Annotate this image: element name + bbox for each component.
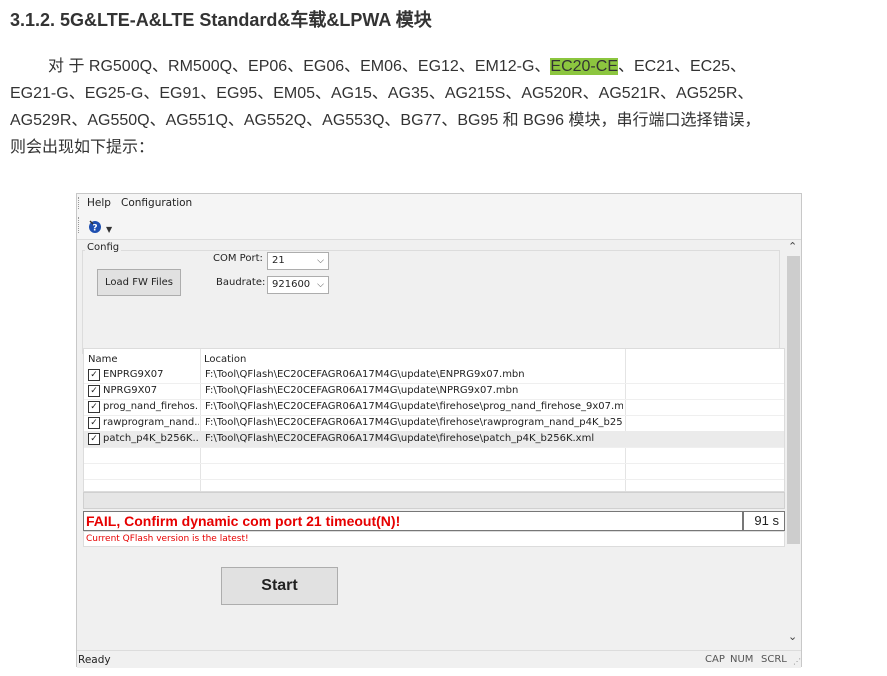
- com-port-label: COM Port:: [213, 253, 263, 264]
- para-line-1: 对 于 RG500Q、RM500Q、EP06、EG06、EM06、EG12、EM…: [10, 53, 880, 80]
- scroll-down-icon[interactable]: ⌄: [788, 630, 797, 643]
- row-location: F:\Tool\QFlash\EC20CEFAGR06A17M4G\update…: [205, 369, 525, 380]
- row-checkbox[interactable]: ✓: [88, 369, 100, 381]
- row-checkbox[interactable]: ✓: [88, 433, 100, 445]
- vertical-scrollbar[interactable]: ⌃ ⌄: [786, 240, 801, 650]
- para-line-1-after: 、EC21、EC25、: [617, 58, 747, 75]
- row-name: ENPRG9X07: [103, 369, 164, 380]
- section-heading: 3.1.2. 5G&LTE-A&LTE Standard&车载&LPWA 模块: [10, 10, 432, 30]
- baudrate-value: 921600: [272, 279, 311, 290]
- row-location: F:\Tool\QFlash\EC20CEFAGR06A17M4G\update…: [205, 401, 623, 412]
- load-fw-files-button[interactable]: Load FW Files: [97, 269, 181, 296]
- firmware-file-list: Name Location ✓ ENPRG9X07 F:\Tool\QFlash…: [83, 348, 785, 492]
- row-location: F:\Tool\QFlash\EC20CEFAGR06A17M4G\update…: [205, 417, 623, 428]
- menu-bar: Help Configuration: [77, 194, 801, 213]
- progress-bar: [83, 492, 785, 509]
- status-ready: Ready: [78, 654, 111, 666]
- menu-configuration[interactable]: Configuration: [121, 197, 192, 209]
- para-line-3: AG529R、AG550Q、AG551Q、AG552Q、AG553Q、BG77、…: [10, 112, 761, 129]
- toolbar-dropdown-icon[interactable]: ▼: [106, 225, 112, 234]
- row-checkbox[interactable]: ✓: [88, 401, 100, 413]
- table-row[interactable]: ✓ prog_nand_firehos... F:\Tool\QFlash\EC…: [84, 399, 784, 416]
- row-name: NPRG9X07: [103, 385, 158, 396]
- row-name: rawprogram_nand...: [103, 417, 199, 428]
- indicator-num: NUM: [730, 654, 754, 665]
- version-message: Current QFlash version is the latest!: [86, 534, 249, 544]
- empty-row: [84, 447, 784, 464]
- scroll-up-icon[interactable]: ⌃: [788, 240, 797, 253]
- config-group: [82, 250, 780, 354]
- toolbar-grip: [78, 217, 81, 233]
- start-button[interactable]: Start: [221, 567, 338, 605]
- menu-grip: [78, 197, 81, 209]
- highlighted-model: EC20-CE: [550, 58, 618, 75]
- fail-status-text: FAIL, Confirm dynamic com port 21 timeou…: [86, 513, 401, 529]
- elapsed-time: 91 s: [743, 511, 785, 531]
- table-row[interactable]: ✓ ENPRG9X07 F:\Tool\QFlash\EC20CEFAGR06A…: [84, 367, 784, 384]
- indicator-scrl: SCRL: [761, 654, 787, 665]
- body-paragraph: 对 于 RG500Q、RM500Q、EP06、EG06、EM06、EG12、EM…: [10, 53, 880, 161]
- column-header-name[interactable]: Name: [88, 354, 118, 365]
- column-header-location[interactable]: Location: [204, 354, 246, 365]
- toolbar: ? ▼: [77, 213, 801, 240]
- para-line-2: EG21-G、EG25-G、EG91、EG95、EM05、AG15、AG35、A…: [10, 85, 754, 102]
- para-line-1-before: 对 于 RG500Q、RM500Q、EP06、EG06、EM06、EG12、EM…: [48, 58, 551, 75]
- chevron-down-icon: ⌵: [317, 256, 324, 266]
- para-line-4: 则会出现如下提示：: [10, 139, 155, 156]
- baudrate-label: Baudrate:: [216, 277, 266, 288]
- help-icon[interactable]: ?: [87, 218, 103, 234]
- table-row-selected[interactable]: ✓ patch_p4K_b256K.... F:\Tool\QFlash\EC2…: [84, 431, 784, 448]
- com-port-value: 21: [272, 255, 285, 266]
- baudrate-select[interactable]: 921600 ⌵: [267, 276, 329, 294]
- chevron-down-icon: ⌵: [317, 280, 324, 290]
- row-name: patch_p4K_b256K....: [103, 433, 199, 444]
- empty-row: [84, 463, 784, 480]
- status-bar: Ready CAP NUM SCRL ⋰: [77, 650, 801, 668]
- qflash-window: Help Configuration ? ▼ Config Load FW Fi…: [76, 193, 802, 668]
- menu-help[interactable]: Help: [87, 197, 111, 209]
- indicator-cap: CAP: [705, 654, 725, 665]
- svg-text:?: ?: [92, 224, 97, 234]
- row-name: prog_nand_firehos...: [103, 401, 199, 412]
- table-row[interactable]: ✓ NPRG9X07 F:\Tool\QFlash\EC20CEFAGR06A1…: [84, 383, 784, 400]
- status-message-box: FAIL, Confirm dynamic com port 21 timeou…: [83, 511, 743, 531]
- row-checkbox[interactable]: ✓: [88, 385, 100, 397]
- com-port-select[interactable]: 21 ⌵: [267, 252, 329, 270]
- main-panel: Config Load FW Files COM Port: 21 ⌵ Baud…: [78, 240, 786, 650]
- resize-grip-icon[interactable]: ⋰: [793, 657, 801, 666]
- scroll-thumb[interactable]: [787, 256, 800, 544]
- row-location: F:\Tool\QFlash\EC20CEFAGR06A17M4G\update…: [205, 433, 595, 444]
- log-message-box: Current QFlash version is the latest!: [83, 531, 785, 547]
- config-title: Config: [85, 242, 122, 253]
- table-row[interactable]: ✓ rawprogram_nand... F:\Tool\QFlash\EC20…: [84, 415, 784, 432]
- row-location: F:\Tool\QFlash\EC20CEFAGR06A17M4G\update…: [205, 385, 519, 396]
- row-checkbox[interactable]: ✓: [88, 417, 100, 429]
